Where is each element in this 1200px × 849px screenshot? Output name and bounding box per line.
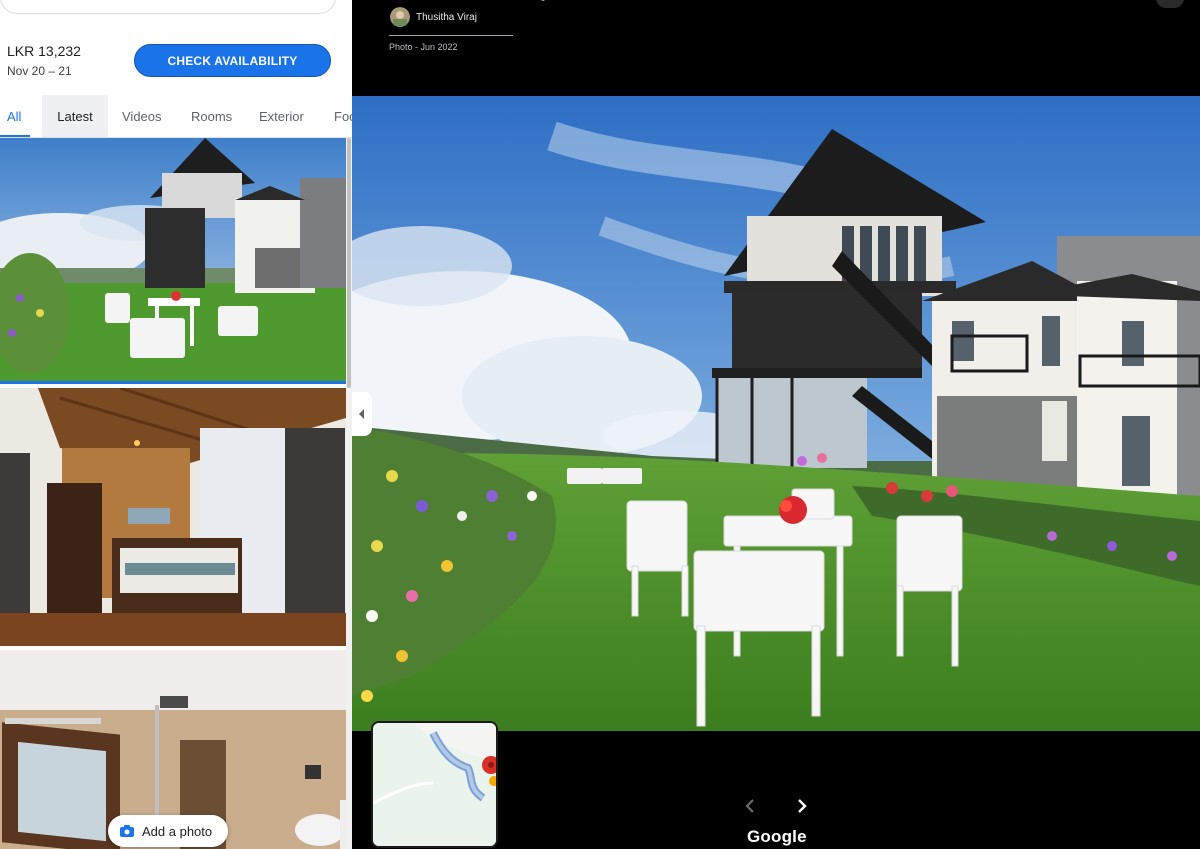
scrollbar-thumb[interactable]: [347, 138, 351, 388]
photo-thumbnail-exterior[interactable]: [0, 138, 346, 384]
caret-left-icon: [358, 409, 366, 419]
main-photo[interactable]: [352, 96, 1200, 731]
chevron-left-icon: [745, 799, 755, 813]
photo-category-tabs: All Latest Videos Rooms Exterior Foo: [0, 95, 352, 138]
price-text: LKR 13,232: [7, 43, 81, 59]
left-panel: LKR 13,232 Nov 20 – 21 CHECK AVAILABILIT…: [0, 0, 352, 849]
author-row[interactable]: Thusitha Viraj: [390, 7, 477, 27]
check-availability-button[interactable]: CHECK AVAILABILITY: [134, 44, 331, 77]
tab-latest[interactable]: Latest: [42, 95, 108, 137]
divider: [389, 35, 513, 36]
collapse-panel-button[interactable]: [352, 392, 372, 436]
mini-map-image: [373, 723, 496, 846]
mini-map[interactable]: [371, 721, 498, 848]
tab-videos[interactable]: Videos: [122, 95, 162, 137]
bedroom-thumbnail-image: [0, 388, 346, 646]
avatar: [390, 7, 410, 27]
tab-exterior[interactable]: Exterior: [259, 95, 304, 137]
more-options-icon[interactable]: [541, 0, 545, 1]
tab-food[interactable]: Foo: [334, 95, 352, 137]
chevron-right-icon: [797, 799, 807, 813]
app-root: LKR 13,232 Nov 20 – 21 CHECK AVAILABILIT…: [0, 0, 1200, 849]
next-photo-button[interactable]: [792, 796, 812, 816]
search-box[interactable]: [0, 0, 336, 14]
main-photo-image: [352, 96, 1200, 731]
photo-viewer: Thusitha Viraj Photo - Jun 2022 Google: [352, 0, 1200, 849]
google-logo: Google: [747, 827, 807, 846]
add-photo-button[interactable]: Add a photo: [108, 815, 228, 847]
tab-rooms[interactable]: Rooms: [191, 95, 232, 137]
author-name[interactable]: Thusitha Viraj: [416, 12, 477, 23]
photo-date: Photo - Jun 2022: [389, 42, 458, 52]
photo-thumbnail-bedroom[interactable]: [0, 388, 346, 646]
date-range: Nov 20 – 21: [7, 64, 72, 78]
close-button[interactable]: [1156, 0, 1184, 8]
exterior-thumbnail-image: [0, 138, 346, 381]
tab-all[interactable]: All: [7, 95, 21, 137]
add-photo-label: Add a photo: [142, 823, 213, 839]
price-block: LKR 13,232 Nov 20 – 21: [7, 43, 81, 78]
previous-photo-button[interactable]: [740, 796, 760, 816]
camera-icon: [120, 825, 134, 837]
